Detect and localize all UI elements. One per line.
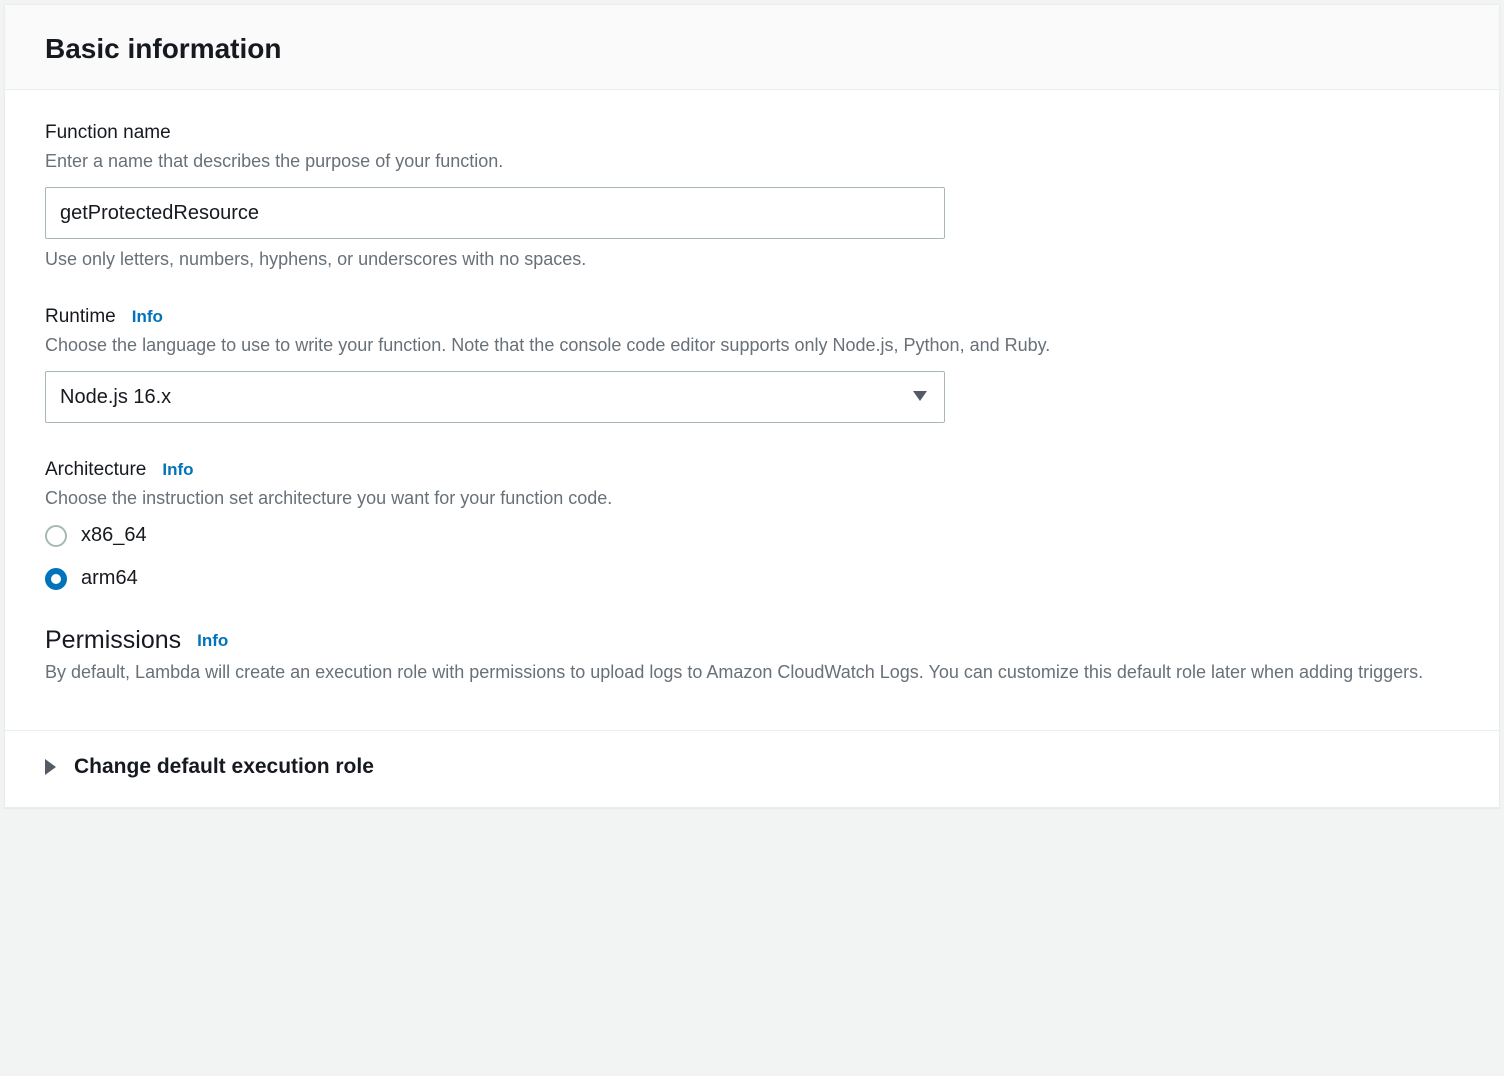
radio-unchecked-icon — [45, 525, 67, 547]
architecture-arm64-label: arm64 — [81, 567, 138, 590]
permissions-description: By default, Lambda will create an execut… — [45, 659, 1459, 686]
function-name-hint: Use only letters, numbers, hyphens, or u… — [45, 249, 1459, 270]
architecture-description: Choose the instruction set architecture … — [45, 485, 1459, 512]
architecture-radio-x86_64[interactable]: x86_64 — [45, 524, 1459, 547]
permissions-label: Permissions — [45, 626, 181, 655]
architecture-radio-arm64[interactable]: arm64 — [45, 567, 1459, 590]
panel-header: Basic information — [5, 5, 1499, 90]
panel-title: Basic information — [45, 33, 1459, 65]
runtime-label: Runtime — [45, 306, 116, 328]
function-name-input[interactable] — [45, 187, 945, 239]
runtime-select[interactable]: Node.js 16.x — [45, 371, 945, 423]
runtime-select-wrapper: Node.js 16.x — [45, 371, 945, 423]
architecture-info-link[interactable]: Info — [162, 460, 193, 480]
basic-information-panel: Basic information Function name Enter a … — [4, 4, 1500, 808]
change-execution-role-toggle[interactable]: Change default execution role — [45, 755, 1459, 779]
runtime-info-link[interactable]: Info — [132, 307, 163, 327]
function-name-label-row: Function name — [45, 122, 1459, 144]
architecture-label-row: Architecture Info — [45, 459, 1459, 481]
runtime-field: Runtime Info Choose the language to use … — [45, 306, 1459, 423]
function-name-field: Function name Enter a name that describe… — [45, 122, 1459, 270]
runtime-label-row: Runtime Info — [45, 306, 1459, 328]
execution-role-section: Change default execution role — [5, 730, 1499, 807]
change-execution-role-label: Change default execution role — [74, 755, 374, 779]
permissions-label-row: Permissions Info — [45, 626, 1459, 655]
triangle-right-icon — [45, 759, 56, 775]
function-name-description: Enter a name that describes the purpose … — [45, 148, 1459, 175]
permissions-info-link[interactable]: Info — [197, 631, 228, 651]
architecture-label: Architecture — [45, 459, 146, 481]
architecture-radio-group: x86_64 arm64 — [45, 524, 1459, 590]
architecture-field: Architecture Info Choose the instruction… — [45, 459, 1459, 590]
panel-body: Function name Enter a name that describe… — [5, 90, 1499, 730]
runtime-selected-value: Node.js 16.x — [60, 386, 171, 409]
runtime-description: Choose the language to use to write your… — [45, 332, 1459, 359]
radio-checked-icon — [45, 568, 67, 590]
function-name-label: Function name — [45, 122, 171, 144]
permissions-field: Permissions Info By default, Lambda will… — [45, 626, 1459, 686]
architecture-x86_64-label: x86_64 — [81, 524, 147, 547]
